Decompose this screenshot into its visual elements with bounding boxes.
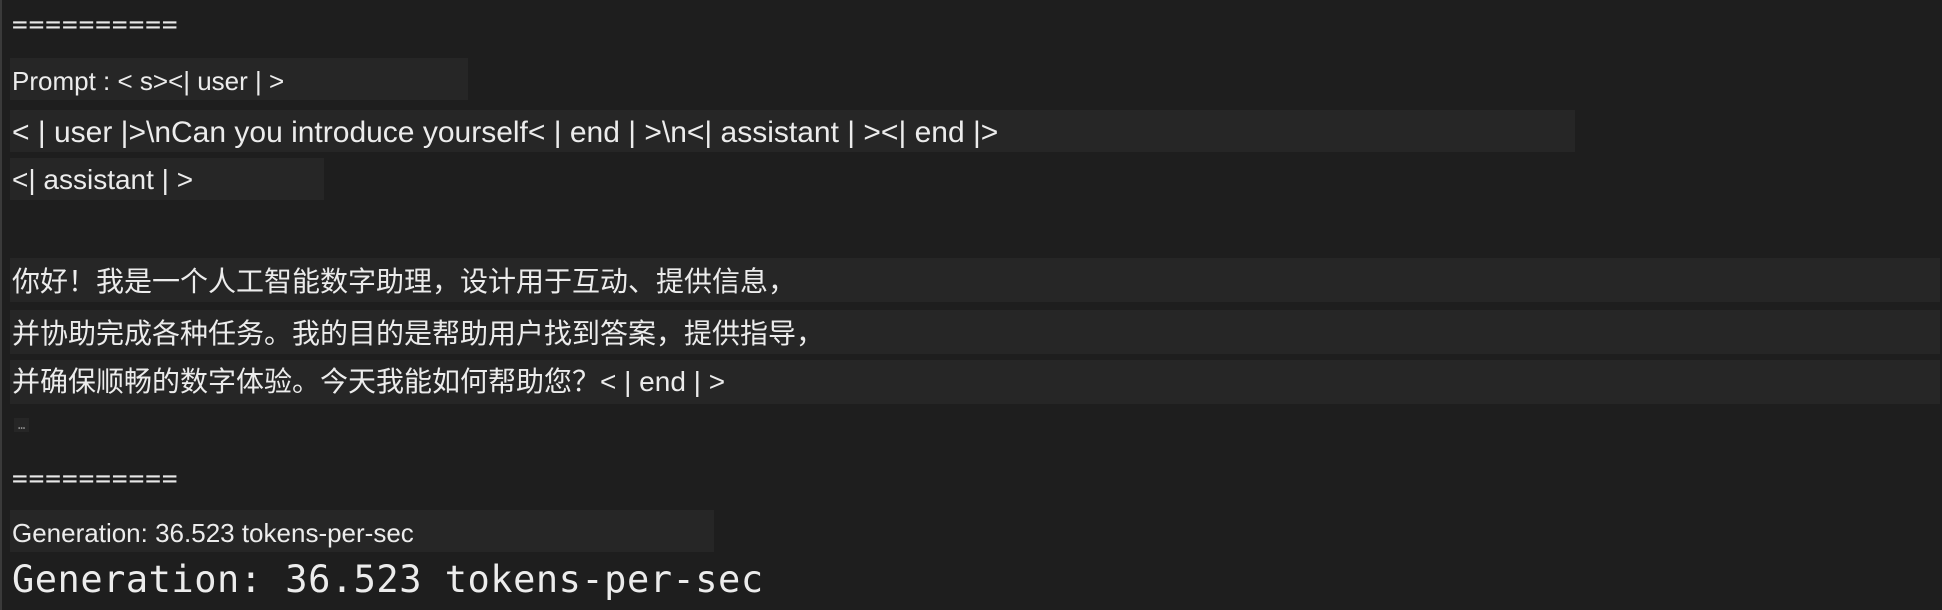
separator-bottom: ========== — [12, 464, 179, 494]
terminal-window[interactable]: ========== Prompt : < s><| user | > < | … — [0, 0, 1942, 610]
output-ellipsis: … — [14, 418, 30, 432]
prompt-line-3: <| assistant | > — [12, 164, 194, 195]
generation-stat-small: Generation: 36.523 tokens-per-sec — [12, 518, 414, 548]
response-line-3: 并确保顺畅的数字体验。今天我能如何帮助您？< | end | > — [12, 366, 726, 397]
separator-top: ========== — [12, 10, 179, 40]
prompt-line-2: < | user |>\nCan you introduce yourself<… — [12, 116, 999, 149]
generation-stat-large: Generation: 36.523 tokens-per-sec — [12, 558, 764, 601]
response-line-2: 并协助完成各种任务。我的目的是帮助用户找到答案，提供指导， — [12, 318, 825, 349]
response-line-1: 你好！我是一个人工智能数字助理，设计用于互动、提供信息， — [12, 266, 797, 297]
prompt-line-1: Prompt : < s><| user | > — [12, 66, 285, 96]
